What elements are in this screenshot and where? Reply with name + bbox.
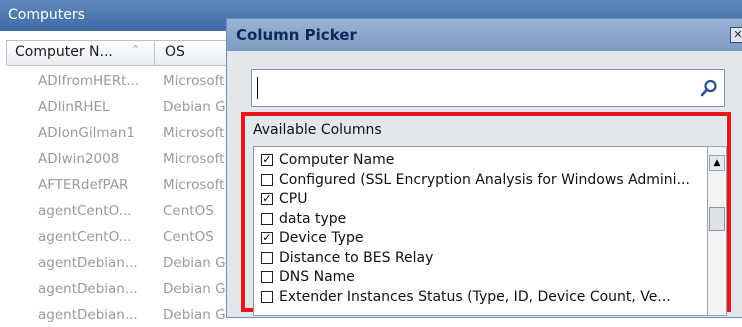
text-cursor xyxy=(257,77,258,99)
checkbox[interactable]: ✓ xyxy=(261,154,273,166)
checkbox[interactable] xyxy=(261,290,273,303)
column-option[interactable]: DNS Name xyxy=(254,269,707,288)
os-cell: Debian G xyxy=(163,281,226,297)
available-columns-label: Available Columns xyxy=(253,122,382,138)
os-cell: Debian G xyxy=(163,307,226,323)
column-option[interactable]: Distance to BES Relay xyxy=(254,250,707,269)
column-option-label: Device Type xyxy=(279,230,364,246)
os-cell: Microsoft xyxy=(163,125,225,141)
column-divider[interactable] xyxy=(154,41,155,65)
computer-name-cell: ADIonGilman1 xyxy=(38,125,135,141)
table-row[interactable]: agentDebian... Debian G xyxy=(0,281,240,301)
column-option[interactable]: data type xyxy=(254,211,707,230)
computer-name-cell: agentCentO... xyxy=(38,203,132,219)
computer-name-cell: agentDebian... xyxy=(38,281,138,297)
close-icon[interactable]: ✕ xyxy=(730,27,742,43)
column-option[interactable]: ✓ CPU xyxy=(254,191,707,210)
table-row[interactable]: agentCentO... CentOS xyxy=(0,203,240,223)
column-header-os[interactable]: OS xyxy=(165,44,185,60)
checkbox[interactable] xyxy=(261,251,273,264)
scroll-thumb[interactable] xyxy=(709,207,725,231)
available-columns-list[interactable]: ✓ Computer Name Configured (SSL Encryption… xyxy=(253,146,708,316)
checkbox[interactable]: ✓ xyxy=(261,232,273,244)
computer-name-cell: ADIwin2008 xyxy=(38,151,120,167)
column-option-label: Configured (SSL Encryption Analysis for … xyxy=(279,171,690,188)
os-cell: CentOS xyxy=(163,229,214,245)
os-cell: Debian G xyxy=(163,255,226,271)
dialog-title: Column Picker xyxy=(227,19,742,51)
table-row[interactable]: ADIwin2008 Microsoft xyxy=(0,151,240,171)
os-cell: CentOS xyxy=(163,203,214,219)
search-icon[interactable] xyxy=(700,79,718,97)
scroll-up-icon[interactable]: ▲ xyxy=(709,155,725,171)
column-header-computer-name[interactable]: Computer N... xyxy=(15,44,113,60)
table-row[interactable]: ADIinRHEL Debian G xyxy=(0,99,240,119)
computer-name-cell: AFTERdefPAR xyxy=(38,177,129,193)
column-option-label: Distance to BES Relay xyxy=(279,249,434,266)
table-row[interactable]: ADIfromHERt... Microsoft xyxy=(0,73,240,93)
os-cell: Microsoft xyxy=(163,151,225,167)
column-option[interactable]: ✓ Computer Name xyxy=(254,152,707,171)
search-input[interactable] xyxy=(251,69,725,107)
os-cell: Debian G xyxy=(163,99,226,115)
checkbox[interactable] xyxy=(261,212,273,225)
checkbox[interactable] xyxy=(261,271,273,283)
computer-name-cell: agentDebian... xyxy=(38,255,138,271)
os-cell: Microsoft xyxy=(163,73,225,89)
computer-name-cell: ADIfromHERt... xyxy=(38,73,140,89)
column-option[interactable]: Extender Instances Status (Type, ID, Dev… xyxy=(254,289,707,308)
checkbox[interactable]: ✓ xyxy=(261,193,273,205)
checkbox[interactable] xyxy=(261,173,273,186)
sort-arrow-icon: ⌃ xyxy=(131,43,141,56)
column-option-label: data type xyxy=(279,210,347,227)
computer-name-cell: ADIinRHEL xyxy=(38,99,110,115)
list-scrollbar[interactable]: ▲ xyxy=(707,146,727,316)
available-columns-highlight: Available Columns ✓ Computer Name Configur… xyxy=(241,112,731,316)
column-option-label: Computer Name xyxy=(279,152,395,168)
column-option[interactable]: ✓ Device Type xyxy=(254,230,707,249)
table-row[interactable]: agentDebian... Debian G xyxy=(0,255,240,275)
column-option-label: CPU xyxy=(279,191,308,207)
column-option-label: DNS Name xyxy=(279,269,355,285)
column-option[interactable]: Configured (SSL Encryption Analysis for … xyxy=(254,172,707,191)
table-row[interactable]: ADIonGilman1 Microsoft xyxy=(0,125,240,145)
computer-name-cell: agentCentO... xyxy=(38,229,132,245)
table-row[interactable]: AFTERdefPAR Microsoft xyxy=(0,177,240,197)
table-row[interactable]: agentCentO... CentOS xyxy=(0,229,240,249)
computer-name-cell: agentDebian... xyxy=(38,307,138,323)
table-row[interactable]: agentDebian... Debian G xyxy=(0,307,240,327)
column-option-label: Extender Instances Status (Type, ID, Dev… xyxy=(279,288,671,305)
os-cell: Microsoft xyxy=(163,177,225,193)
computers-table-header: Computer N... ⌃ OS xyxy=(6,40,246,66)
